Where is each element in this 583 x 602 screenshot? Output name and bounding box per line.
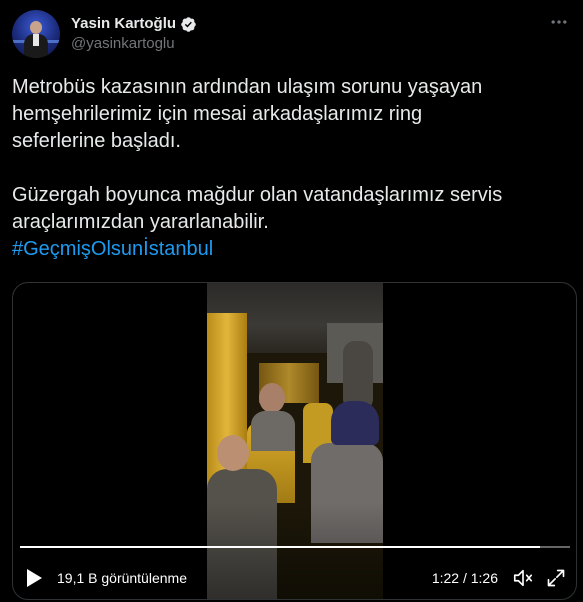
author-name-row: Yasin Kartoğlu	[71, 14, 197, 34]
video-player[interactable]: 19,1 B görüntülenme 1:22 / 1:26	[12, 282, 577, 600]
avatar[interactable]	[12, 10, 60, 58]
tweet-paragraph-1: Metrobüs kazasının ardından ulaşım sorun…	[12, 76, 483, 152]
view-count: 19,1 B görüntülenme	[57, 570, 187, 586]
fullscreen-icon[interactable]	[546, 568, 566, 588]
tweet-text: Metrobüs kazasının ardından ulaşım sorun…	[12, 74, 571, 263]
tweet-paragraph-2: Güzergah boyunca mağdur olan vatandaşlar…	[12, 184, 503, 233]
video-controls: 19,1 B görüntülenme 1:22 / 1:26	[13, 563, 576, 593]
volume-icon[interactable]	[512, 567, 534, 589]
author-handle[interactable]: @yasinkartoglu	[71, 34, 197, 54]
tweet-header: Yasin Kartoğlu @yasinkartoglu	[12, 10, 571, 58]
more-options-icon[interactable]	[547, 10, 571, 34]
video-time: 1:22 / 1:26	[431, 570, 498, 586]
tweet: Yasin Kartoğlu @yasinkartoglu Metrobüs k…	[0, 0, 583, 602]
progress-bar[interactable]	[20, 546, 570, 548]
display-name[interactable]: Yasin Kartoğlu	[71, 14, 176, 34]
verified-badge-icon	[180, 16, 197, 33]
play-icon[interactable]	[25, 568, 43, 588]
author-info: Yasin Kartoğlu @yasinkartoglu	[71, 14, 197, 54]
hashtag-link[interactable]: #GeçmişOlsunİstanbul	[12, 238, 213, 260]
progress-fill	[20, 546, 541, 548]
video-frame[interactable]	[207, 283, 383, 599]
